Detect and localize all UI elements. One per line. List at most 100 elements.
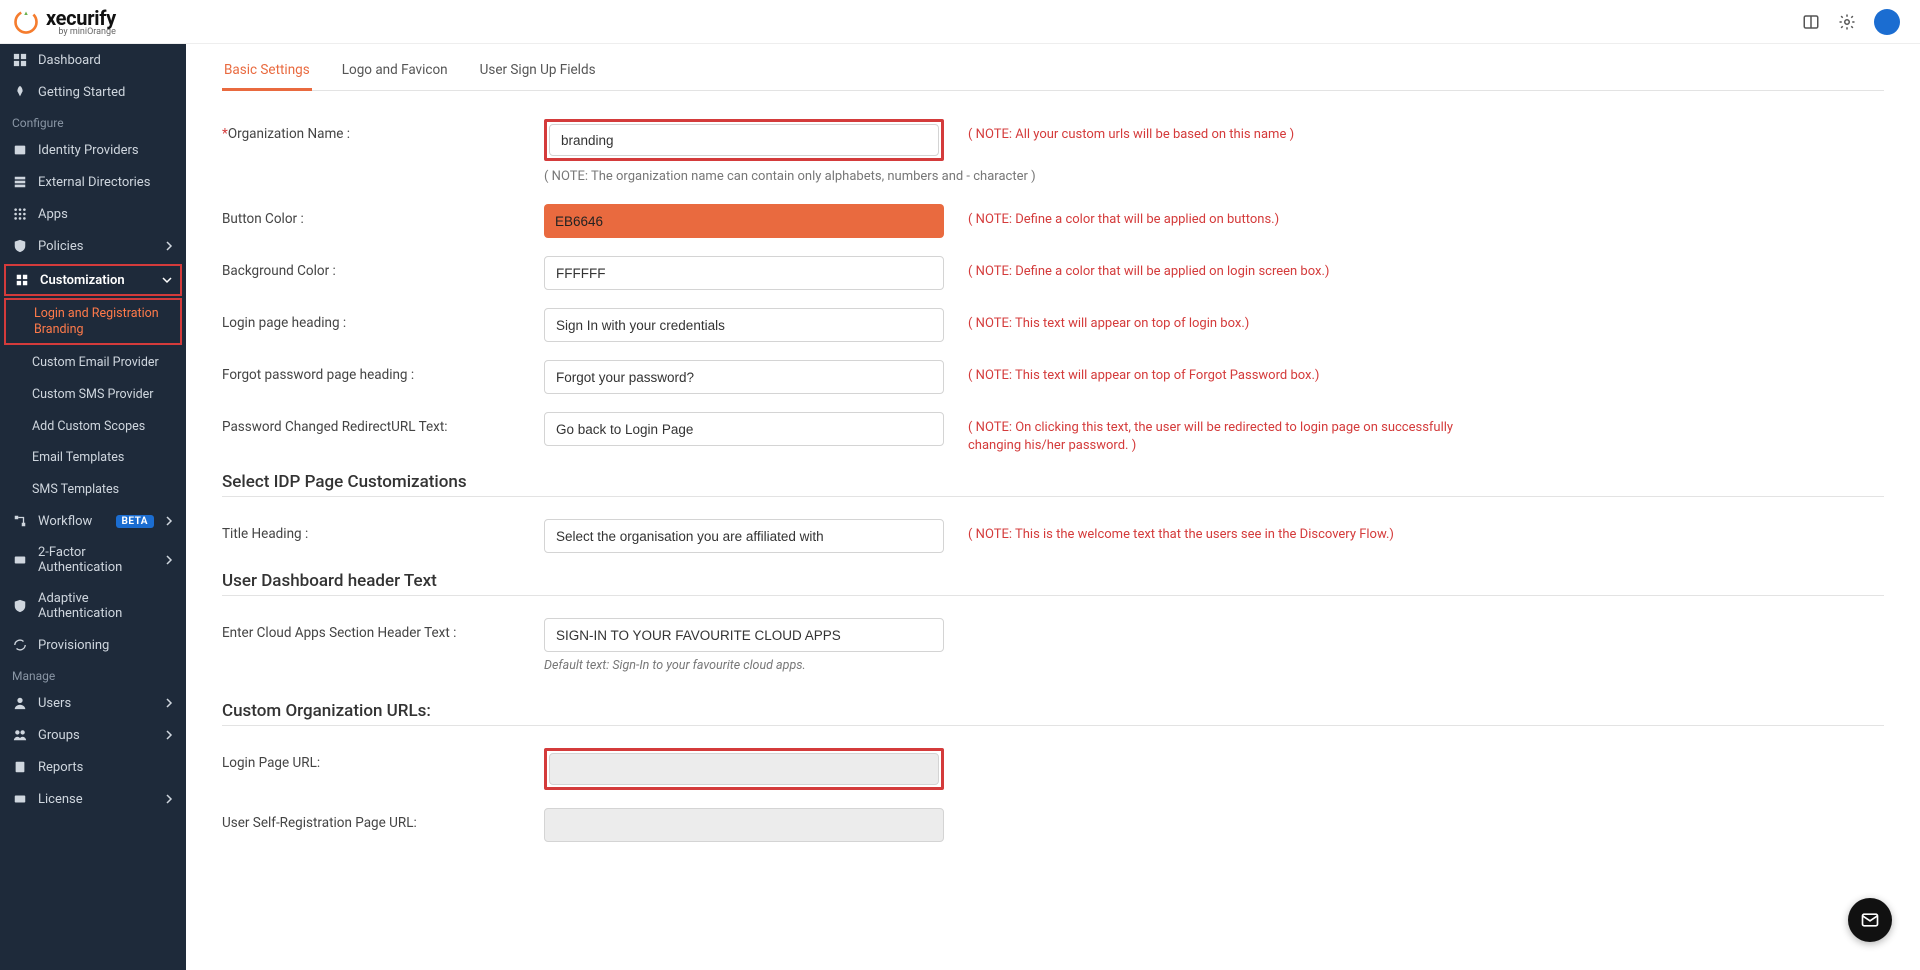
input-button-color[interactable] [544, 204, 944, 238]
customization-submenu: Login and Registration Branding Custom E… [0, 298, 186, 505]
sidebar-item-apps[interactable]: Apps [0, 198, 186, 230]
note-login-heading: ( NOTE: This text will appear on top of … [968, 308, 1249, 333]
group-icon [12, 727, 28, 743]
input-login-heading[interactable] [544, 308, 944, 342]
input-selfreg-url[interactable] [544, 808, 944, 842]
highlight-login-url [544, 748, 944, 790]
chat-fab[interactable] [1848, 898, 1892, 942]
input-pw-redirect[interactable] [544, 412, 944, 446]
input-title-heading[interactable] [544, 519, 944, 553]
sidebar-sub-login-branding[interactable]: Login and Registration Branding [4, 298, 182, 345]
refresh-icon [12, 637, 28, 653]
label-title-heading: Title Heading : [222, 519, 544, 542]
sidebar-item-provisioning[interactable]: Provisioning [0, 629, 186, 661]
rocket-icon [12, 84, 28, 100]
sidebar: Dashboard Getting Started Configure Iden… [0, 44, 186, 970]
section-dashboard-heading: User Dashboard header Text [222, 571, 1884, 591]
idp-icon [12, 142, 28, 158]
input-cloud-header[interactable] [544, 618, 944, 652]
sidebar-sub-sms-provider[interactable]: Custom SMS Provider [0, 379, 186, 411]
sidebar-item-groups[interactable]: Groups [0, 719, 186, 751]
section-idp-heading: Select IDP Page Customizations [222, 472, 1884, 492]
note-pw-redirect: ( NOTE: On clicking this text, the user … [968, 412, 1488, 454]
sidebar-item-label: Apps [38, 207, 174, 222]
logo-icon [12, 8, 40, 36]
sidebar-item-label: Getting Started [38, 85, 174, 100]
row-org-name: *Organization Name : ( NOTE: All your cu… [222, 119, 1884, 161]
sidebar-item-label: Workflow [38, 514, 106, 529]
note-button-color: ( NOTE: Define a color that will be appl… [968, 204, 1279, 229]
sidebar-section-configure: Configure [0, 108, 186, 134]
input-forgot-heading[interactable] [544, 360, 944, 394]
label-org-name: *Organization Name : [222, 119, 544, 142]
divider [222, 496, 1884, 497]
sidebar-item-reports[interactable]: Reports [0, 751, 186, 783]
sidebar-item-label: Dashboard [38, 53, 174, 68]
input-login-url[interactable] [549, 753, 939, 785]
divider [222, 595, 1884, 596]
shield-icon [12, 238, 28, 254]
sidebar-item-dashboard[interactable]: Dashboard [0, 44, 186, 76]
sidebar-sub-email-provider[interactable]: Custom Email Provider [0, 347, 186, 379]
note-org-name: ( NOTE: All your custom urls will be bas… [968, 119, 1294, 144]
sidebar-sub-sms-templates[interactable]: SMS Templates [0, 474, 186, 506]
sidebar-item-policies[interactable]: Policies [0, 230, 186, 262]
row-cloud-header: Enter Cloud Apps Section Header Text : D… [222, 618, 1884, 673]
sidebar-item-label: Policies [38, 239, 154, 254]
user-icon [12, 695, 28, 711]
note-title-heading: ( NOTE: This is the welcome text that th… [968, 519, 1394, 544]
chevron-right-icon [164, 730, 174, 740]
shield-check-icon [12, 598, 28, 614]
note-forgot-heading: ( NOTE: This text will appear on top of … [968, 360, 1319, 385]
twofa-icon [12, 552, 28, 568]
note-bg-color: ( NOTE: Define a color that will be appl… [968, 256, 1329, 281]
tabs: Basic Settings Logo and Favicon User Sig… [222, 52, 1884, 91]
sidebar-item-2fa[interactable]: 2-Factor Authentication [0, 537, 186, 583]
input-bg-color[interactable] [544, 256, 944, 290]
tab-signup-fields[interactable]: User Sign Up Fields [478, 52, 598, 90]
tab-logo-favicon[interactable]: Logo and Favicon [340, 52, 450, 90]
chevron-down-icon [162, 275, 172, 285]
sidebar-item-external-directories[interactable]: External Directories [0, 166, 186, 198]
main-content: Basic Settings Logo and Favicon User Sig… [186, 44, 1920, 970]
sidebar-item-label: Identity Providers [38, 143, 174, 158]
clipboard-icon [12, 759, 28, 775]
sidebar-sub-email-templates[interactable]: Email Templates [0, 442, 186, 474]
chevron-right-icon [164, 241, 174, 251]
sidebar-item-label: Adaptive Authentication [38, 591, 174, 621]
sidebar-item-getting-started[interactable]: Getting Started [0, 76, 186, 108]
row-selfreg-url: User Self-Registration Page URL: [222, 808, 1884, 842]
sidebar-sub-custom-scopes[interactable]: Add Custom Scopes [0, 411, 186, 443]
sidebar-section-manage: Manage [0, 661, 186, 687]
sidebar-item-customization[interactable]: Customization [4, 264, 182, 296]
sidebar-item-workflow[interactable]: Workflow BETA [0, 505, 186, 537]
row-pw-redirect: Password Changed RedirectURL Text: ( NOT… [222, 412, 1884, 454]
row-button-color: Button Color : ( NOTE: Define a color th… [222, 204, 1884, 238]
sidebar-item-license[interactable]: License [0, 783, 186, 815]
apps-icon [12, 206, 28, 222]
avatar[interactable] [1874, 9, 1900, 35]
label-forgot-heading: Forgot password page heading : [222, 360, 544, 383]
topbar: xecurify by miniOrange [0, 0, 1920, 44]
tab-basic-settings[interactable]: Basic Settings [222, 52, 312, 90]
subnote-cloud-header: Default text: Sign-In to your favourite … [544, 658, 944, 673]
sidebar-item-label: 2-Factor Authentication [38, 545, 154, 575]
sidebar-item-adaptive-auth[interactable]: Adaptive Authentication [0, 583, 186, 629]
label-login-url: Login Page URL: [222, 748, 544, 771]
row-forgot-heading: Forgot password page heading : ( NOTE: T… [222, 360, 1884, 394]
label-pw-redirect: Password Changed RedirectURL Text: [222, 412, 544, 435]
sidebar-item-users[interactable]: Users [0, 687, 186, 719]
workflow-icon [12, 513, 28, 529]
chevron-right-icon [164, 794, 174, 804]
logo[interactable]: xecurify by miniOrange [12, 6, 116, 37]
section-urls-heading: Custom Organization URLs: [222, 701, 1884, 721]
gear-icon[interactable] [1838, 13, 1856, 31]
panel-icon[interactable] [1802, 13, 1820, 31]
label-cloud-header: Enter Cloud Apps Section Header Text : [222, 618, 544, 641]
input-org-name[interactable] [549, 124, 939, 156]
sidebar-item-identity-providers[interactable]: Identity Providers [0, 134, 186, 166]
beta-badge: BETA [116, 515, 155, 528]
row-login-url: Login Page URL: [222, 748, 1884, 790]
dashboard-icon [12, 52, 28, 68]
card-icon [12, 791, 28, 807]
